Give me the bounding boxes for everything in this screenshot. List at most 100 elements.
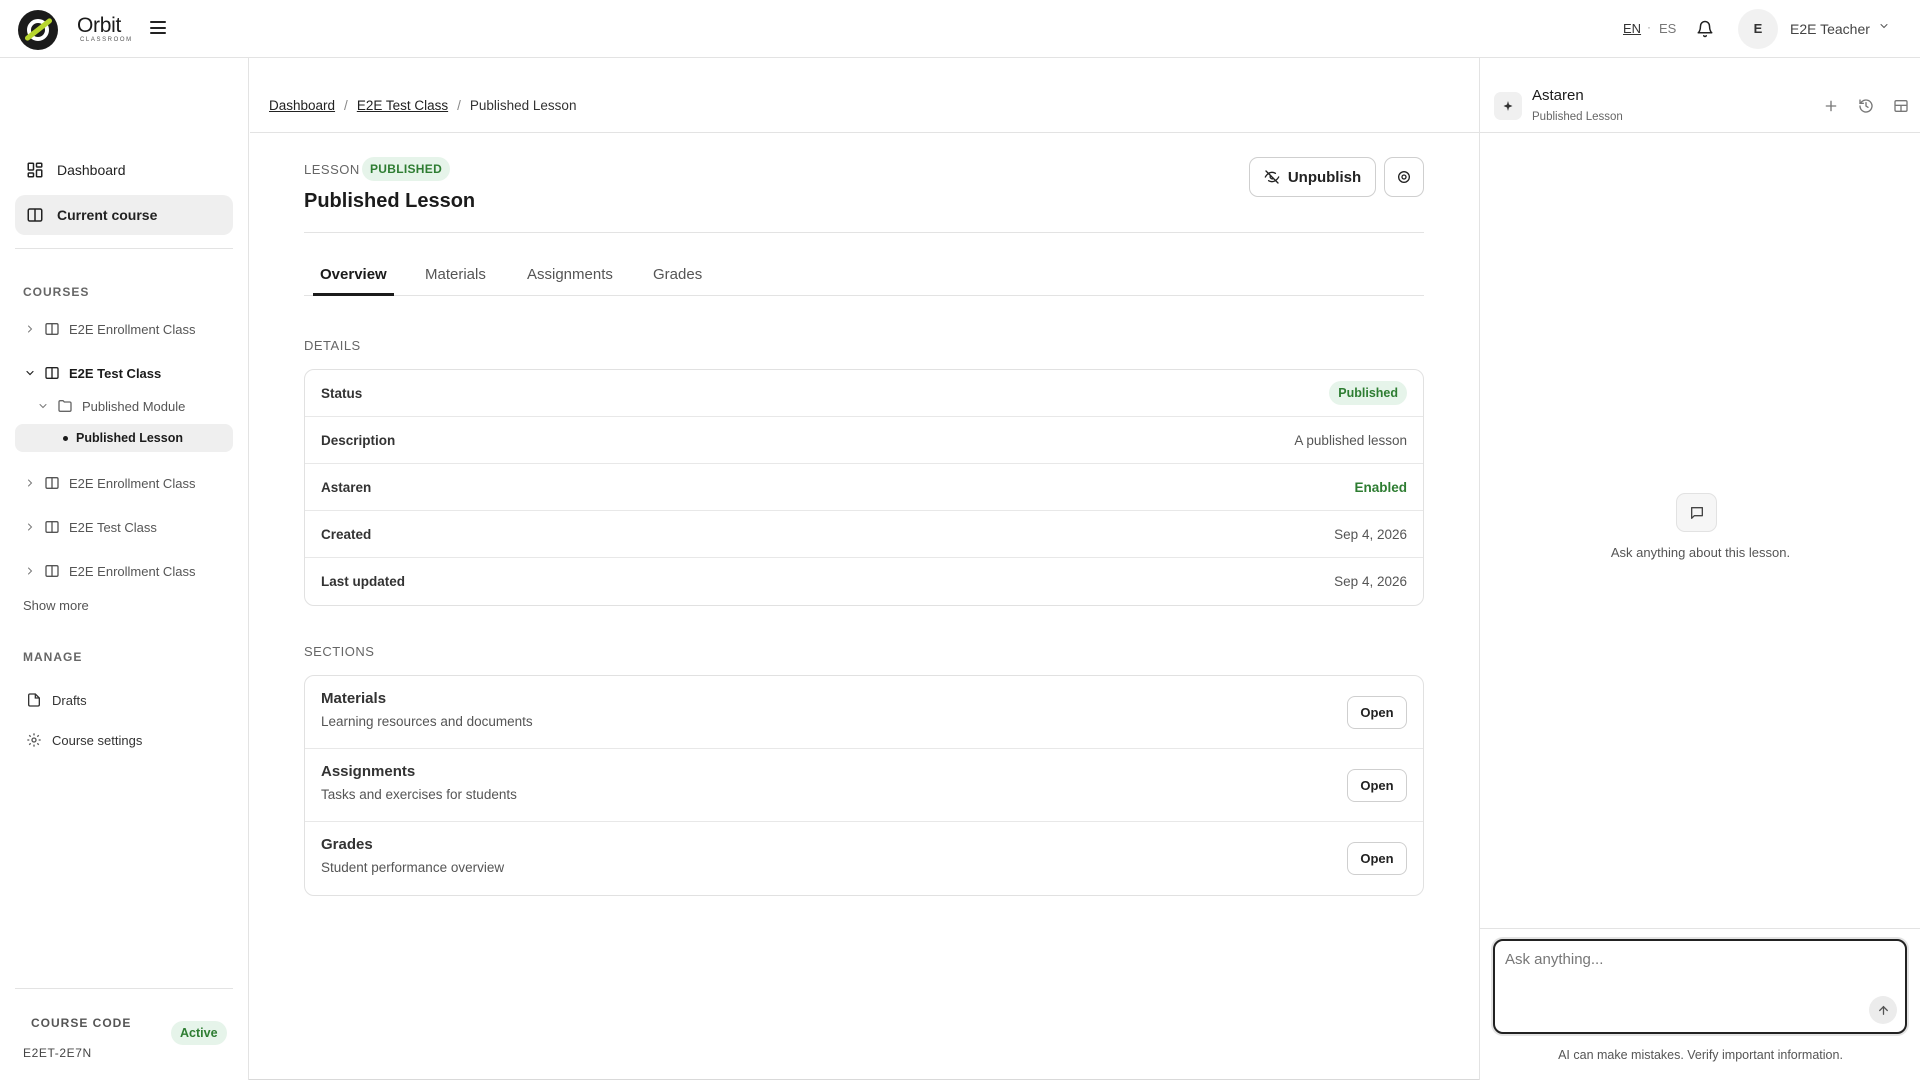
dashboard-icon — [27, 162, 43, 178]
sidebar-divider — [15, 248, 233, 249]
details-section-label: DETAILS — [304, 338, 361, 353]
send-button[interactable] — [1869, 996, 1897, 1024]
tab-grades[interactable]: Grades — [653, 266, 702, 283]
section-row-grades: Grades Student performance overview Open — [305, 822, 1423, 895]
section-title: Assignments — [321, 763, 416, 780]
lesson-label: Published Lesson — [76, 431, 183, 445]
sidebar-divider — [15, 988, 233, 989]
chevron-down-icon[interactable] — [24, 367, 36, 379]
orbit-logo-icon[interactable] — [18, 10, 58, 50]
course-item[interactable]: E2E Test Class — [15, 513, 233, 541]
sections-section-label: SECTIONS — [304, 644, 375, 659]
detail-row-status: Status Published — [305, 370, 1423, 417]
course-code-value: E2ET-2E7N — [23, 1046, 92, 1060]
sidebar-item-dashboard[interactable]: Dashboard — [15, 150, 233, 190]
detail-row-created: Created Sep 4, 2026 — [305, 511, 1423, 558]
unpublish-button[interactable]: Unpublish — [1249, 157, 1376, 197]
breadcrumb-link-dashboard[interactable]: Dashboard — [269, 98, 335, 113]
section-title: Materials — [321, 690, 387, 707]
module-item[interactable]: Published Module — [15, 392, 233, 420]
main-content: Dashboard / E2E Test Class / Published L… — [250, 58, 1479, 1080]
chat-input[interactable] — [1505, 951, 1865, 1021]
app-subtitle: CLASSROOM — [80, 37, 133, 43]
app-name: Orbit — [77, 14, 122, 37]
chevron-down-icon[interactable] — [37, 400, 49, 412]
course-label: E2E Test Class — [69, 519, 157, 535]
tab-assignments[interactable]: Assignments — [527, 266, 613, 283]
menu-toggle-icon[interactable] — [150, 21, 166, 35]
user-name[interactable]: E2E Teacher — [1790, 21, 1870, 37]
assistant-panel: Astaren Published Lesson Ask anything ab… — [1479, 58, 1920, 1080]
book-icon — [45, 323, 59, 335]
ai-disclaimer: AI can make mistakes. Verify important i… — [1558, 1048, 1843, 1062]
course-status-badge: Active — [171, 1021, 227, 1045]
composer-divider — [1480, 928, 1920, 929]
breadcrumb: Dashboard / E2E Test Class / Published L… — [269, 98, 576, 113]
language-separator: · — [1647, 20, 1651, 34]
lesson-item-active[interactable]: Published Lesson — [15, 424, 233, 452]
history-icon[interactable] — [1858, 98, 1874, 114]
tab-bar: Overview Materials Assignments Grades — [304, 260, 1424, 296]
gear-icon — [27, 733, 41, 747]
course-item[interactable]: E2E Enrollment Class — [15, 469, 233, 497]
show-more-link[interactable]: Show more — [23, 598, 89, 613]
detail-key: Status — [321, 385, 363, 401]
module-label: Published Module — [82, 398, 186, 414]
book-icon — [45, 477, 59, 489]
eye-off-icon — [1264, 170, 1280, 184]
tab-materials[interactable]: Materials — [425, 266, 486, 283]
chevron-right-icon[interactable] — [24, 565, 36, 577]
user-avatar[interactable]: E — [1738, 9, 1778, 49]
content-kind-label: LESSON — [304, 162, 360, 177]
section-description: Tasks and exercises for students — [321, 787, 517, 802]
course-item-expanded[interactable]: E2E Test Class — [15, 359, 233, 387]
chevron-down-icon[interactable] — [1878, 20, 1890, 32]
app-logo[interactable]: Orbit CLASSROOM — [77, 14, 133, 44]
breadcrumb-separator: / — [344, 98, 348, 113]
breadcrumb-link-course[interactable]: E2E Test Class — [357, 98, 448, 113]
chevron-right-icon[interactable] — [24, 323, 36, 335]
sidebar-item-label: Current course — [57, 207, 158, 223]
status-badge: PUBLISHED — [362, 157, 451, 181]
assistant-title: Astaren — [1532, 87, 1584, 104]
book-icon — [45, 521, 59, 533]
notification-bell-icon[interactable] — [1696, 19, 1714, 39]
sidebar-item-label: Dashboard — [57, 162, 126, 178]
new-chat-icon[interactable] — [1823, 98, 1839, 114]
detail-value: Enabled — [1354, 479, 1407, 495]
detail-value: Sep 4, 2026 — [1334, 526, 1407, 542]
file-icon — [28, 693, 40, 707]
panel-toggle-icon[interactable] — [1893, 98, 1909, 114]
detail-key: Description — [321, 432, 396, 448]
course-item[interactable]: E2E Enrollment Class — [15, 557, 233, 585]
arrow-up-icon — [1878, 1005, 1888, 1015]
open-assignments-button[interactable]: Open — [1347, 769, 1407, 802]
course-label: E2E Enrollment Class — [69, 321, 196, 337]
course-label: E2E Enrollment Class — [69, 475, 196, 491]
folder-icon — [58, 400, 72, 412]
lesson-settings-button[interactable] — [1384, 157, 1424, 197]
unpublish-label: Unpublish — [1287, 168, 1362, 186]
sparkle-icon — [1494, 92, 1522, 120]
detail-key: Astaren — [321, 479, 372, 495]
sidebar-item-current-course[interactable]: Current course — [15, 195, 233, 235]
sidebar-item-course-settings[interactable]: Course settings — [15, 725, 233, 755]
course-label: E2E Enrollment Class — [69, 563, 196, 579]
page-title: Published Lesson — [304, 190, 476, 212]
tab-overview[interactable]: Overview — [320, 266, 387, 283]
language-en-link[interactable]: EN — [1623, 21, 1641, 36]
section-title: Grades — [321, 836, 373, 853]
open-materials-button[interactable]: Open — [1347, 696, 1407, 729]
open-grades-button[interactable]: Open — [1347, 842, 1407, 875]
detail-row-description: Description A published lesson — [305, 417, 1423, 464]
course-item[interactable]: E2E Enrollment Class — [15, 315, 233, 343]
chevron-right-icon[interactable] — [24, 521, 36, 533]
sidebar-item-drafts[interactable]: Drafts — [15, 685, 233, 715]
language-es-link[interactable]: ES — [1659, 21, 1676, 36]
section-description: Student performance overview — [321, 860, 505, 875]
sections-card: Materials Learning resources and documen… — [304, 675, 1424, 896]
sidebar-item-label: Drafts — [52, 692, 87, 708]
detail-key: Created — [321, 526, 372, 542]
section-description: Learning resources and documents — [321, 714, 533, 729]
chevron-right-icon[interactable] — [24, 477, 36, 489]
